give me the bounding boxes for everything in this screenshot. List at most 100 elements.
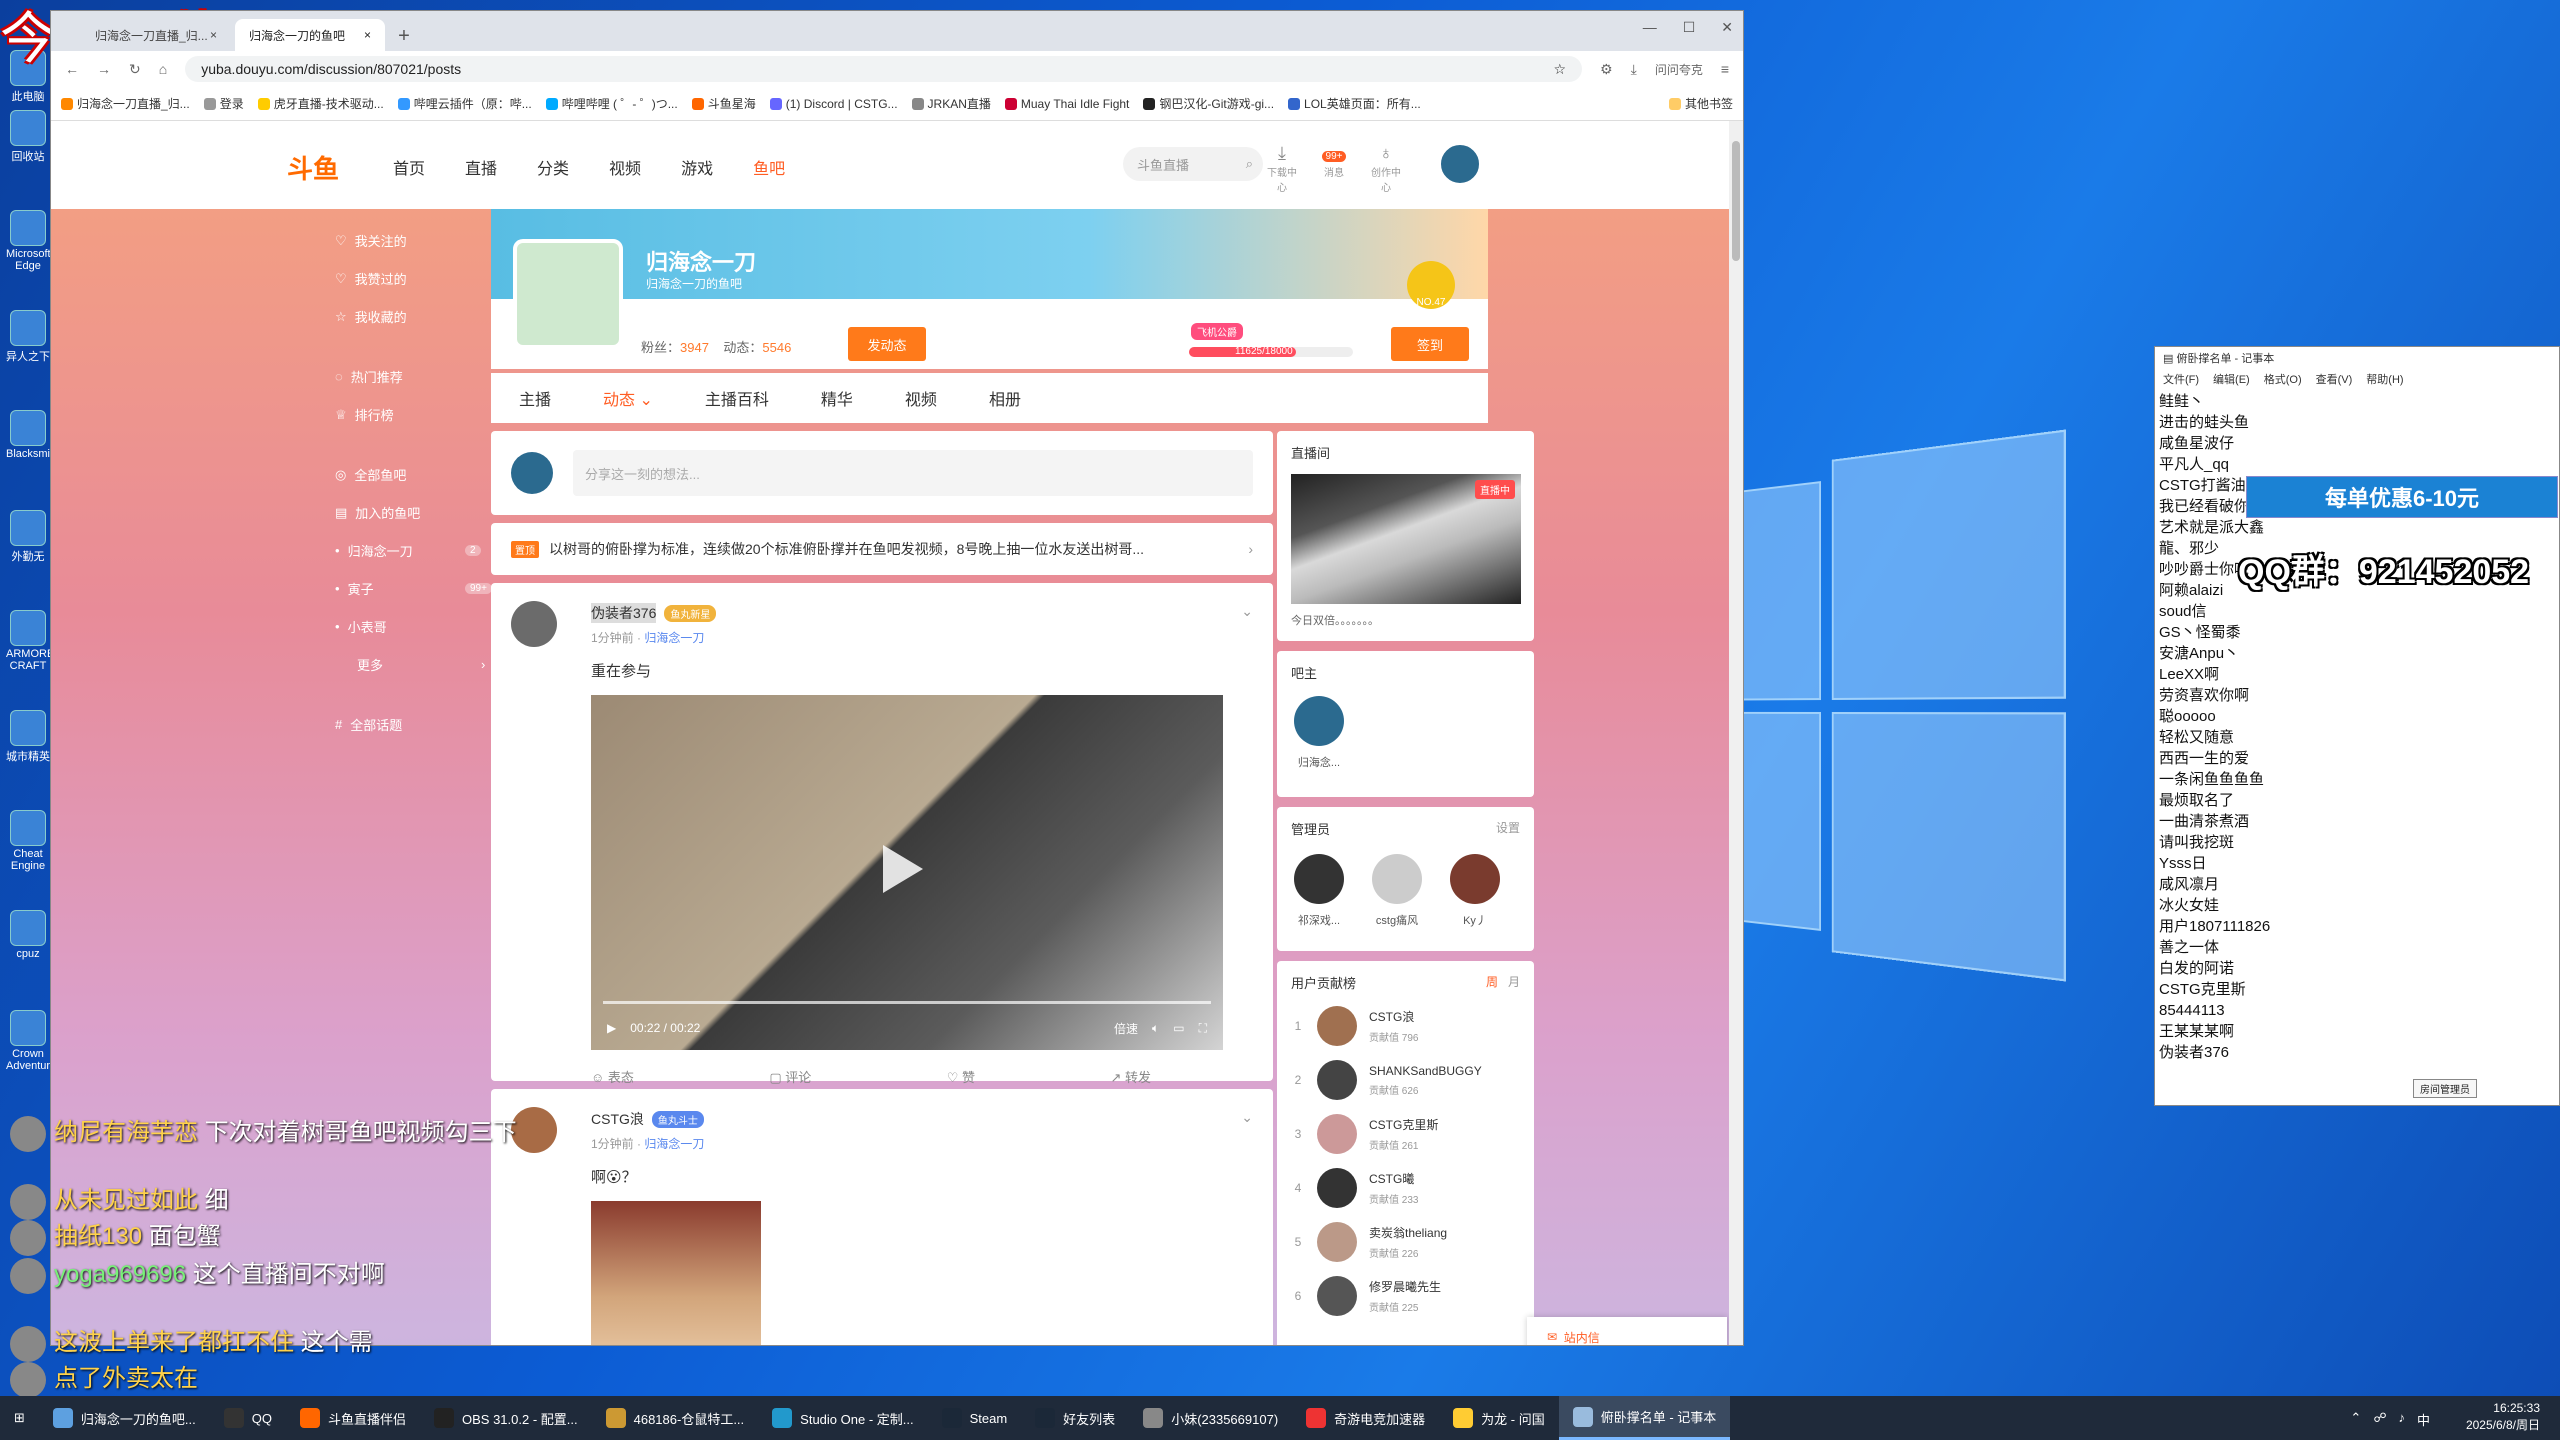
fullscreen-icon[interactable]: ⛶	[1199, 1021, 1207, 1036]
desktop-icon-city[interactable]: 城市精英	[6, 710, 50, 764]
taskbar-item[interactable]: Studio One - 定制...	[758, 1396, 927, 1440]
bookmark-item[interactable]: (1) Discord | CSTG...	[769, 97, 898, 111]
taskbar-item[interactable]: 468186-仓鼠特工...	[592, 1396, 759, 1440]
browser-tab-active[interactable]: 归海念一刀的鱼吧 ×	[235, 19, 385, 51]
maximize-icon[interactable]: ☐	[1683, 19, 1696, 36]
other-bookmarks[interactable]: 其他书签	[1668, 95, 1733, 112]
taskbar-item[interactable]: 小妹(2335669107)	[1129, 1396, 1292, 1440]
menu-icon[interactable]: ≡	[1721, 61, 1729, 77]
url-input[interactable]: yuba.douyu.com/discussion/807021/posts ☆	[185, 56, 1583, 82]
creator-center[interactable]: ♁ 创作中心	[1369, 143, 1403, 194]
taskbar-item[interactable]: 归海念一刀的鱼吧...	[39, 1396, 210, 1440]
volume-icon[interactable]: 🔈︎	[1152, 1021, 1159, 1036]
network-icon[interactable]: ☍	[2373, 1410, 2386, 1429]
desktop-icon-crown[interactable]: Crown Adventure	[6, 1010, 56, 1072]
search-icon[interactable]: ⌕	[1246, 156, 1253, 172]
bookmark-item[interactable]: 斗鱼星海	[691, 95, 756, 112]
sidebar-item-joined[interactable]: ▤ 加入的鱼吧	[335, 503, 420, 522]
post-bar-link[interactable]: 归海念一刀	[644, 1137, 704, 1151]
reload-icon[interactable]: ↻	[129, 61, 141, 78]
new-tab-button[interactable]: +	[389, 21, 419, 51]
menu-view[interactable]: 查看(V)	[2316, 371, 2353, 387]
desktop-icon-blacksmith[interactable]: Blacksmith	[6, 410, 59, 460]
sidebar-item-ranking[interactable]: ♕ 排行榜	[335, 405, 394, 424]
ime-indicator[interactable]: 中	[2417, 1410, 2430, 1429]
bookmark-item[interactable]: Muay Thai Idle Fight	[1004, 97, 1129, 111]
menu-file[interactable]: 文件(F)	[2163, 371, 2199, 387]
start-button[interactable]: ⊞	[0, 1396, 39, 1440]
taskbar-item[interactable]: 为龙 - 问国	[1439, 1396, 1559, 1440]
comment-button[interactable]: ▢ 评论	[769, 1067, 811, 1086]
contrib-tab-month[interactable]: 月	[1508, 975, 1520, 989]
chevron-down-icon[interactable]: ⌄	[1241, 603, 1253, 620]
video-player[interactable]: ▶ 00:22 / 00:22 倍速 🔈︎ ▭ ⛶	[591, 695, 1223, 1050]
contrib-row[interactable]: 6 修罗晨曦先生 贡献值 225	[1291, 1276, 1520, 1316]
close-icon[interactable]: ×	[364, 28, 371, 42]
forward-icon[interactable]: →	[97, 61, 111, 77]
tab-wiki[interactable]: 主播百科	[705, 386, 769, 410]
pinned-notice[interactable]: 置顶 以树哥的俯卧撑为标准，连续做20个标准俯卧撑并在鱼吧发视频，8号晚上抽一位…	[491, 523, 1273, 575]
nav-live[interactable]: 直播	[465, 155, 497, 179]
composer-input[interactable]: 分享这一刻的想法...	[573, 450, 1253, 496]
page-scrollbar[interactable]	[1729, 121, 1743, 1345]
like-button[interactable]: ♡ 赞	[947, 1067, 975, 1086]
taskbar-item[interactable]: 斗鱼直播伴侣	[286, 1396, 420, 1440]
minimize-icon[interactable]: —	[1643, 19, 1657, 36]
sidebar-item-favorites[interactable]: ☆ 我收藏的	[335, 307, 407, 326]
admin-item[interactable]: 祁深戏...	[1291, 854, 1347, 928]
sidebar-item-bar-2[interactable]: • 寅子 99+	[335, 579, 492, 598]
browser-tab[interactable]: 归海念一刀直播_归... ×	[81, 19, 231, 51]
desktop-icon-game2[interactable]: 外勤无	[6, 510, 50, 564]
author-name[interactable]: 伪装者376	[591, 603, 657, 623]
contrib-row[interactable]: 3 CSTG克里斯 贡献值 261	[1291, 1114, 1520, 1154]
post-bar-link[interactable]: 归海念一刀	[644, 631, 704, 645]
douyu-logo[interactable]: 斗鱼	[287, 149, 339, 186]
post-avatar[interactable]	[511, 601, 557, 647]
close-icon[interactable]: ×	[210, 28, 217, 42]
sign-in-button[interactable]: 签到	[1391, 327, 1469, 361]
star-icon[interactable]: ☆	[1553, 61, 1566, 78]
author-name[interactable]: CSTG浪	[591, 1109, 644, 1129]
bookmark-item[interactable]: JRKAN直播	[911, 95, 991, 112]
nav-category[interactable]: 分类	[537, 155, 569, 179]
chevron-up-icon[interactable]: ⌃	[2350, 1410, 2361, 1429]
live-preview[interactable]: 直播中	[1291, 474, 1521, 604]
taskbar-item[interactable]: 好友列表	[1021, 1396, 1129, 1440]
taskbar-item[interactable]: Steam	[928, 1396, 1022, 1440]
sidebar-item-bar-1[interactable]: • 归海念一刀 2	[335, 541, 481, 560]
desktop-icon-cpuz[interactable]: cpuz	[6, 910, 50, 960]
bookmark-item[interactable]: LOL英雄页面：所有...	[1288, 95, 1421, 112]
bookmark-item[interactable]: 登录	[203, 95, 244, 112]
speed-button[interactable]: 倍速	[1114, 1020, 1138, 1037]
taskbar-item-active[interactable]: 俯卧撑名单 - 记事本	[1558, 1396, 1731, 1440]
share-button[interactable]: ↗ 转发	[1110, 1067, 1151, 1086]
admin-item[interactable]: cstg痛风	[1369, 854, 1425, 928]
search-input[interactable]: 斗鱼直播 ⌕	[1123, 147, 1263, 181]
bookmark-item[interactable]: 归海念一刀直播_归...	[61, 95, 190, 112]
contrib-row[interactable]: 1 CSTG浪 贡献值 796	[1291, 1006, 1520, 1046]
desktop-icon-cheatengine[interactable]: Cheat Engine	[6, 810, 50, 872]
play-button-icon[interactable]: ▶	[607, 1021, 616, 1035]
messages[interactable]: 99+ 消息	[1317, 143, 1351, 194]
owner-item[interactable]: 归海念...	[1291, 696, 1347, 770]
contrib-row[interactable]: 5 卖炭翁theliang 贡献值 226	[1291, 1222, 1520, 1262]
play-icon[interactable]	[883, 845, 923, 893]
sidebar-item-liked[interactable]: ♡ 我赞过的	[335, 269, 407, 288]
host-avatar[interactable]	[513, 239, 623, 349]
nav-video[interactable]: 视频	[609, 155, 641, 179]
site-message-button[interactable]: ✉ 站内信	[1527, 1317, 1727, 1345]
taskbar-item[interactable]: OBS 31.0.2 - 配置...	[420, 1396, 592, 1440]
desktop-icon-recycle[interactable]: 回收站	[6, 110, 50, 164]
tab-posts[interactable]: 动态 ⌄	[603, 386, 653, 410]
contrib-row[interactable]: 2 SHANKSandBUGGY 贡献值 626	[1291, 1060, 1520, 1100]
desktop-icon-edge[interactable]: Microsoft Edge	[6, 210, 51, 272]
admin-item[interactable]: Ky丿	[1447, 854, 1503, 928]
admins-setting-link[interactable]: 设置	[1496, 819, 1520, 838]
contrib-row[interactable]: 4 CSTG曦 贡献值 233	[1291, 1168, 1520, 1208]
react-button[interactable]: ☺ 表态	[591, 1067, 634, 1086]
menu-format[interactable]: 格式(O)	[2264, 371, 2302, 387]
post-avatar[interactable]	[511, 1107, 557, 1153]
pip-icon[interactable]: ▭	[1173, 1021, 1184, 1035]
video-progress-bar[interactable]	[603, 1001, 1211, 1004]
desktop-icon-game[interactable]: 异人之下	[6, 310, 50, 364]
